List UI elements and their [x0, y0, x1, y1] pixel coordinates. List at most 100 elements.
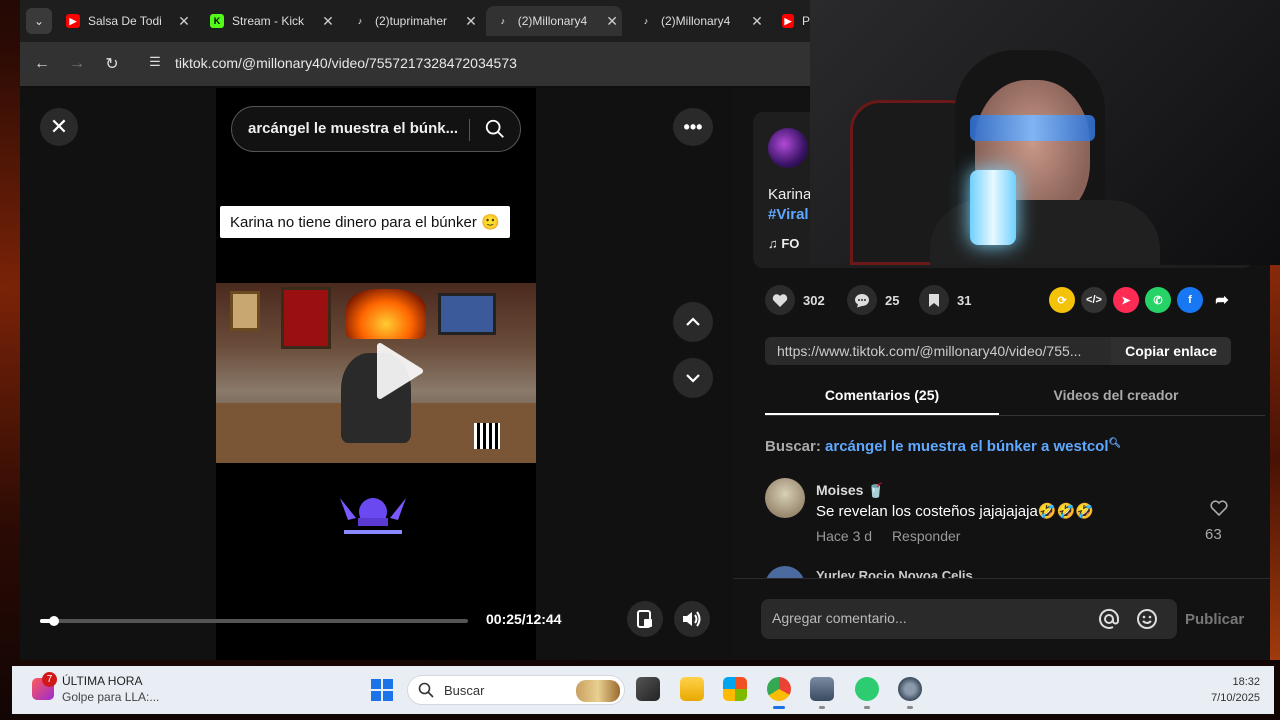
send-icon[interactable]: ➤: [1113, 287, 1139, 313]
tab-youtube-salsa[interactable]: ▶ Salsa De Todi ✕: [56, 6, 194, 36]
wall-frame: [230, 291, 260, 331]
video-search-query[interactable]: arcángel le muestra el búnk...: [248, 120, 468, 137]
volume-button[interactable]: [674, 601, 710, 637]
author-avatar[interactable]: [768, 128, 808, 168]
magnifier-icon: 🔍︎: [1108, 438, 1122, 449]
more-dots-icon: •••: [683, 116, 703, 137]
running-app-indicator: [819, 706, 825, 709]
close-tab-icon[interactable]: ✕: [174, 13, 194, 30]
taskbar-search-label: Buscar: [444, 683, 485, 698]
comment-like-count: 63: [1205, 526, 1222, 543]
next-video-button[interactable]: [673, 358, 713, 398]
taskbar-search[interactable]: Buscar: [407, 675, 625, 705]
tab-tiktok-millonary[interactable]: ♪ (2)Millonary4 ✕: [629, 6, 767, 36]
comment-button[interactable]: 25: [847, 285, 899, 315]
repost-icon[interactable]: ⟳: [1049, 287, 1075, 313]
tab-search-menu-button[interactable]: ⌄: [26, 8, 52, 34]
tab-label: (2)Millonary4: [517, 14, 588, 28]
bookmark-icon: [919, 285, 949, 315]
close-tab-icon[interactable]: ✕: [602, 13, 622, 30]
play-icon[interactable]: [360, 336, 430, 406]
emoji-icon[interactable]: [1136, 608, 1158, 630]
streaming-app-icon[interactable]: [855, 677, 879, 701]
comment-input-placeholder[interactable]: Agregar comentario...: [772, 610, 907, 626]
settings-gear-icon[interactable]: [898, 677, 922, 701]
qr-code: [474, 423, 500, 449]
reply-button[interactable]: Responder: [892, 528, 961, 544]
commenter-name[interactable]: Yurley Rocio Novoa Celis: [816, 568, 973, 578]
address-bar: ← → ↻ ☰ tiktok.com/@millonary40/video/75…: [20, 42, 810, 86]
close-tab-icon[interactable]: ✕: [461, 13, 481, 30]
forward-arrow-icon[interactable]: →: [65, 52, 89, 76]
commenter-name[interactable]: Moises 🥤: [816, 482, 885, 499]
task-view-icon[interactable]: [636, 677, 660, 701]
like-button[interactable]: 302: [765, 285, 825, 315]
commenter-avatar[interactable]: [765, 566, 805, 578]
video-caption: Karina no tiene dinero para el búnker 🙂: [220, 206, 510, 238]
whatsapp-icon[interactable]: ✆: [1145, 287, 1171, 313]
embed-icon[interactable]: </>: [1081, 287, 1107, 313]
browser-window: ⌄ ▶ Salsa De Todi ✕ K Stream - Kick ✕ ♪ …: [20, 0, 810, 660]
tab-label: P: [801, 14, 810, 28]
tab-tiktok-tuprimahermana[interactable]: ♪ (2)tuprimaher ✕: [343, 6, 481, 36]
site-settings-icon[interactable]: ☰: [146, 54, 164, 72]
file-explorer-icon[interactable]: [680, 677, 704, 701]
mention-icon[interactable]: [1098, 608, 1120, 630]
microsoft-store-icon[interactable]: [723, 677, 747, 701]
tab-creator-videos[interactable]: Videos del creador: [999, 387, 1233, 403]
hashtag-link[interactable]: #Viral: [768, 206, 809, 223]
copy-link-button[interactable]: Copiar enlace: [1111, 337, 1231, 365]
search-label: Buscar:: [765, 438, 821, 455]
back-arrow-icon[interactable]: ←: [30, 52, 54, 76]
active-app-indicator: [773, 706, 785, 709]
youtube-icon: ▶: [782, 14, 794, 28]
search-suggestion-link[interactable]: arcángel le muestra el búnker a westcol: [825, 438, 1108, 455]
share-arrow-icon[interactable]: ➦: [1209, 287, 1235, 313]
system-clock[interactable]: 18:32 7/10/2025: [1211, 674, 1260, 706]
chrome-icon[interactable]: [767, 677, 791, 701]
windows-start-icon[interactable]: [370, 678, 394, 702]
save-button[interactable]: 31: [919, 285, 971, 315]
search-icon[interactable]: [484, 118, 506, 140]
close-tab-icon[interactable]: ✕: [747, 13, 767, 30]
author-name[interactable]: Karina: [768, 186, 811, 203]
tab-youtube-partial[interactable]: ▶ P: [772, 6, 810, 36]
close-video-button[interactable]: ✕: [40, 108, 78, 146]
news-badge: 7: [42, 672, 57, 687]
video-search-box[interactable]: arcángel le muestra el búnk...: [231, 106, 521, 152]
share-link-text[interactable]: https://www.tiktok.com/@millonary40/vide…: [777, 343, 1101, 359]
tab-kick-stream[interactable]: K Stream - Kick ✕: [200, 6, 338, 36]
active-tab-indicator: [765, 413, 999, 415]
fireplace: [346, 289, 426, 339]
progress-handle[interactable]: [49, 616, 60, 626]
camera-app-icon[interactable]: [810, 677, 834, 701]
facebook-icon[interactable]: f: [1177, 287, 1203, 313]
comment-input[interactable]: Agregar comentario...: [761, 599, 1177, 639]
music-link[interactable]: ♫ FO: [768, 236, 799, 251]
news-title[interactable]: ÚLTIMA HORA: [62, 674, 142, 688]
close-tab-icon[interactable]: ✕: [318, 13, 338, 30]
video-progress-bar[interactable]: [40, 616, 468, 626]
comment-search-suggestion[interactable]: Buscar: arcángel le muestra el búnker a …: [765, 438, 1121, 455]
more-options-button[interactable]: •••: [673, 108, 713, 146]
windows-taskbar: 7 ÚLTIMA HORA Golpe para LLA:... Buscar …: [12, 666, 1274, 714]
led-light: [970, 170, 1016, 245]
news-subtitle[interactable]: Golpe para LLA:...: [62, 690, 159, 704]
commenter-name-text[interactable]: Moises: [816, 482, 863, 498]
kick-icon: K: [210, 14, 224, 28]
tab-label: (2)Millonary4: [661, 14, 731, 28]
tab-bar: ⌄ ▶ Salsa De Todi ✕ K Stream - Kick ✕ ♪ …: [20, 0, 810, 42]
video-timecode: 00:25/12:44: [486, 611, 562, 627]
previous-video-button[interactable]: [673, 302, 713, 342]
streamer-body: [930, 200, 1160, 265]
tab-tiktok-millonary-active[interactable]: ♪ (2)Millonary4 ✕: [486, 6, 622, 36]
url-text[interactable]: tiktok.com/@millonary40/video/7557217328…: [175, 55, 517, 71]
tiktok-icon: ♪: [500, 16, 506, 26]
commenter-avatar[interactable]: [765, 478, 805, 518]
tab-comments[interactable]: Comentarios (25): [765, 387, 999, 403]
chevron-down-icon: [686, 374, 700, 383]
comment-like-button[interactable]: [1207, 500, 1231, 521]
reload-icon[interactable]: ↻: [100, 52, 124, 76]
floating-player-button[interactable]: [627, 601, 663, 637]
publish-button[interactable]: Publicar: [1185, 611, 1244, 628]
